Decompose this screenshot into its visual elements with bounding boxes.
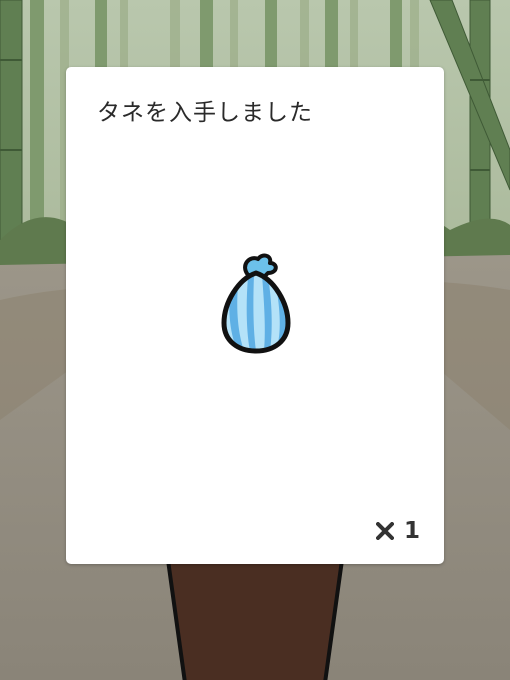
game-scene: タネを入手しました 1 <box>0 0 510 680</box>
seed-bag-icon <box>221 253 291 354</box>
multiply-icon <box>375 522 394 540</box>
item-acquired-dialog[interactable]: タネを入手しました 1 <box>66 67 444 564</box>
dialog-title: タネを入手しました <box>97 100 313 126</box>
quantity-label: 1 <box>375 518 420 544</box>
quantity-value: 1 <box>403 518 420 544</box>
